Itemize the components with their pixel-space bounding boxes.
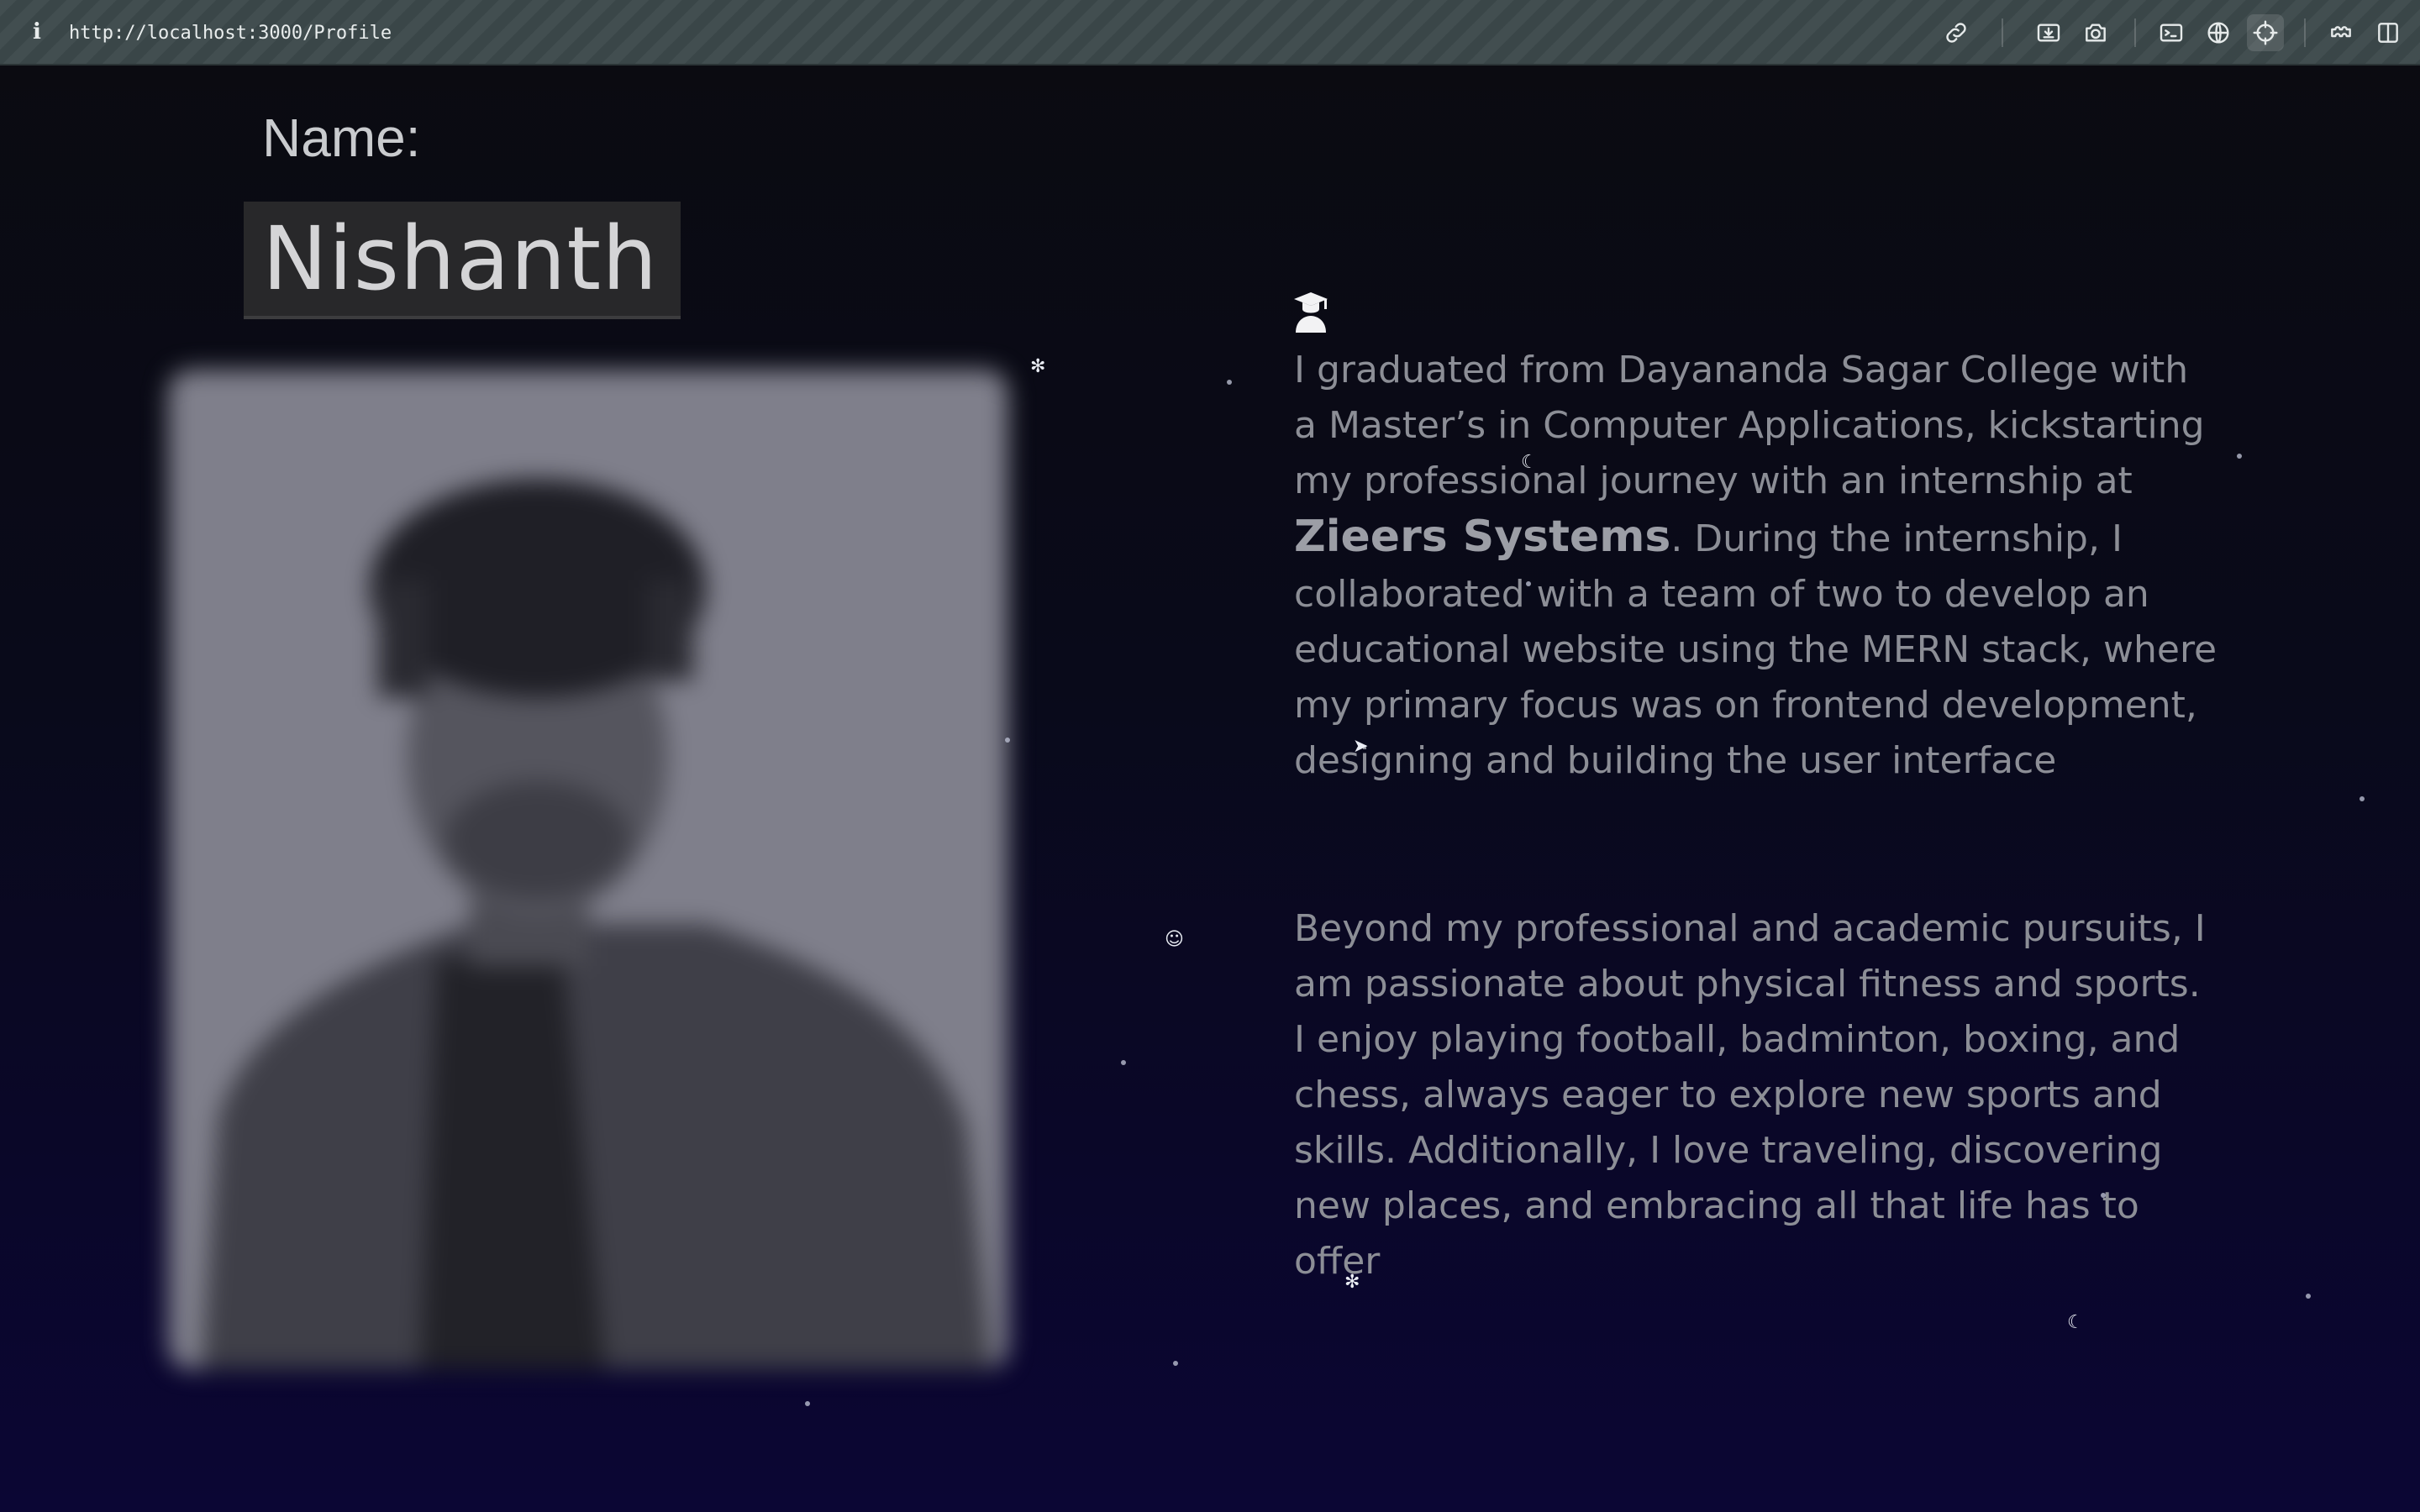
graduation-cap-icon (1294, 292, 1328, 333)
star-dot (2237, 454, 2242, 459)
star-dot (1227, 380, 1232, 385)
info-icon[interactable]: i (29, 17, 45, 47)
globe-icon[interactable] (2200, 14, 2237, 51)
star-dot (2101, 1193, 2106, 1198)
star-sparkle-icon: ✻ (1030, 356, 1046, 377)
bio-hobbies-paragraph: Beyond my professional and academic purs… (1294, 907, 2206, 1283)
rocket-icon: ➤ (1353, 736, 1369, 757)
star-dot (2360, 796, 2365, 801)
star-dot (2306, 1294, 2311, 1299)
profile-photo (168, 370, 1008, 1369)
company-name: Zieers Systems (1294, 512, 1671, 562)
bio-education-text: I graduated from Dayananda Sagar College… (1294, 349, 2205, 502)
star-dot (1526, 581, 1531, 586)
star-sparkle-icon: ✻ (1344, 1272, 1360, 1293)
star-dot (1173, 1361, 1178, 1366)
toolbar-divider (2002, 18, 2003, 47)
name-label: Name: (262, 108, 421, 168)
bio-education-paragraph: I graduated from Dayananda Sagar College… (1294, 343, 2218, 789)
terminal-icon[interactable] (2153, 14, 2190, 51)
star-dot (1005, 738, 1010, 743)
download-icon[interactable] (2030, 14, 2067, 51)
name-box: Nishanth (244, 202, 681, 319)
browser-toolbar: i http://localhost:3000/Profile (0, 0, 2420, 66)
url-address[interactable]: http://localhost:3000/Profile (69, 20, 392, 47)
toolbar-divider (2134, 18, 2136, 47)
moon-icon: ☾ (2067, 1312, 2084, 1333)
toolbar-divider (2304, 18, 2306, 47)
crosshair-icon[interactable] (2247, 14, 2284, 51)
moon-icon: ☾ (1521, 452, 1538, 473)
camera-icon[interactable] (2077, 14, 2114, 51)
link-icon[interactable] (1938, 14, 1975, 51)
sidebar-icon[interactable] (2370, 14, 2407, 51)
star-dot (805, 1401, 810, 1406)
astronaut-icon: ☺ (1165, 929, 1184, 950)
star-dot (1121, 1060, 1126, 1065)
name-value: Nishanth (262, 207, 659, 310)
extension-icon[interactable] (2323, 14, 2360, 51)
